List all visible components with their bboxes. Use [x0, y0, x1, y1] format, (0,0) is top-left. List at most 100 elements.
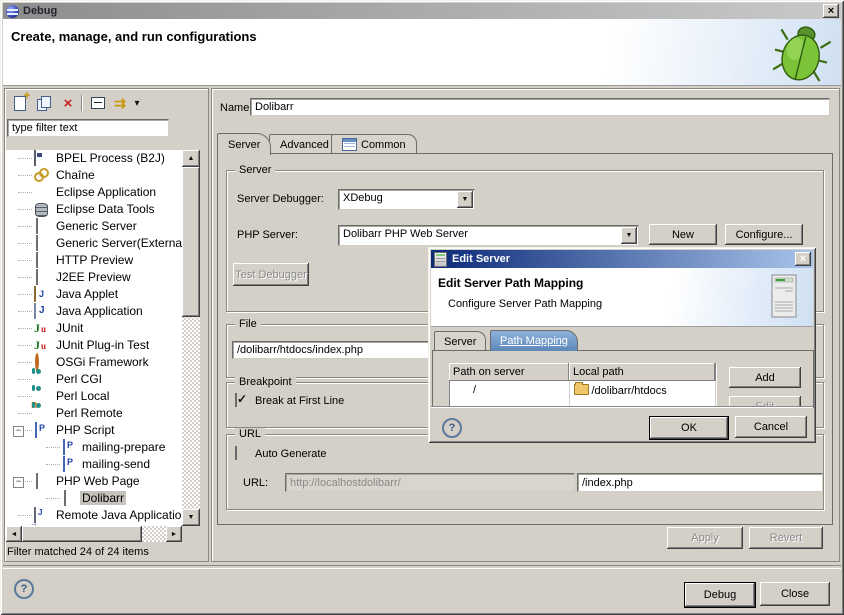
breakpoint-group-title: Breakpoint	[235, 376, 296, 388]
tree-item[interactable]: PHP Web Page	[6, 473, 182, 490]
tree-item[interactable]: RPerl Remote	[6, 405, 182, 422]
edit-server-dialog: Edit Server Edit Server Path Mapping Con…	[428, 247, 816, 443]
server-debugger-label: Server Debugger:	[237, 193, 324, 205]
collapse-toggle[interactable]	[13, 477, 24, 488]
tab-server[interactable]: Server	[217, 133, 271, 155]
footer-separator	[3, 565, 841, 569]
chevron-down-icon[interactable]	[621, 227, 637, 244]
dialog-help-icon[interactable]	[442, 418, 462, 438]
bug-icon	[773, 21, 831, 83]
eclipse-logo-icon	[6, 5, 19, 18]
auto-generate-checkbox[interactable]	[235, 446, 237, 460]
duplicate-icon	[37, 96, 51, 110]
name-label: Name:	[220, 102, 252, 114]
tree-item[interactable]: JUnit	[6, 320, 182, 337]
remote-java-icon	[34, 507, 36, 523]
new-configuration-button[interactable]	[9, 93, 31, 113]
filter-status: Filter matched 24 of 24 items	[7, 546, 149, 558]
server-icon	[36, 252, 38, 268]
server-icon	[36, 473, 38, 489]
tab-common[interactable]: Common	[331, 134, 417, 154]
tree-item[interactable]: Remote Java Application	[6, 507, 182, 524]
tree-item[interactable]: Java Application	[6, 303, 182, 320]
server-debugger-select[interactable]: XDebug	[338, 189, 475, 210]
window-title: Debug	[23, 5, 57, 17]
edit-server-icon	[434, 252, 447, 267]
dialog-title: Edit Server	[452, 253, 510, 265]
filter-button[interactable]	[109, 93, 131, 113]
database-icon	[35, 203, 48, 217]
ok-button[interactable]: OK	[649, 416, 729, 440]
php-icon	[63, 439, 65, 455]
tree-vscrollbar[interactable]: ▲ ▼	[182, 150, 200, 526]
close-button[interactable]: Close	[760, 582, 830, 606]
hscroll-thumb[interactable]	[22, 526, 142, 542]
dialog-tab-path-mapping[interactable]: Path Mapping	[490, 330, 578, 351]
collapse-all-button[interactable]	[87, 93, 109, 113]
tab-advanced[interactable]: Advanced	[269, 134, 340, 154]
tree-item[interactable]: mailing-prepare	[6, 439, 182, 456]
server-icon	[36, 218, 38, 234]
url-group-title: URL	[235, 428, 265, 440]
tree-item[interactable]: mailing-send	[6, 456, 182, 473]
java-icon	[34, 303, 36, 319]
titlebar[interactable]: Debug	[3, 3, 841, 19]
server-tower-icon	[769, 274, 799, 318]
tree-item[interactable]: Eclipse Application	[6, 184, 182, 201]
scroll-down-icon[interactable]: ▼	[182, 509, 200, 526]
collapse-toggle[interactable]	[13, 426, 24, 437]
tree-item[interactable]: PHP Script	[6, 422, 182, 439]
scroll-left-icon[interactable]: ◄	[6, 526, 22, 542]
new-server-button[interactable]: New	[649, 224, 717, 245]
tree-item[interactable]: JUnit Plug-in Test	[6, 337, 182, 354]
server-icon	[64, 490, 66, 506]
folder-icon	[574, 384, 589, 395]
dialog-tab-server[interactable]: Server	[434, 331, 486, 351]
debug-button[interactable]: Debug	[684, 582, 756, 608]
dialog-titlebar[interactable]: Edit Server	[431, 250, 813, 268]
revert-button[interactable]: Revert	[749, 527, 823, 549]
vscroll-thumb[interactable]	[182, 167, 200, 317]
scroll-right-icon[interactable]: ►	[166, 526, 182, 542]
add-button[interactable]: Add	[729, 367, 801, 388]
tree-hscrollbar[interactable]: ◄ ►	[6, 526, 182, 542]
php-server-select[interactable]: Dolibarr PHP Web Server	[338, 225, 639, 246]
tree-item[interactable]: Eclipse Data Tools	[6, 201, 182, 218]
column-path-on-server[interactable]: Path on server	[449, 363, 569, 381]
filter-input[interactable]	[7, 119, 169, 137]
menu-dropdown-icon[interactable]	[131, 93, 143, 113]
php-server-label: PHP Server:	[237, 229, 298, 241]
help-icon[interactable]	[14, 579, 34, 599]
table-icon	[342, 138, 357, 151]
break-first-line-checkbox[interactable]	[235, 393, 237, 407]
bpel-process-icon	[34, 150, 36, 166]
path-mapping-table[interactable]: Path on server Local path / /dolibarr/ht…	[449, 363, 716, 408]
tree-item[interactable]: Java Applet	[6, 286, 182, 303]
chevron-down-icon[interactable]	[457, 191, 473, 208]
test-debugger-button[interactable]: Test Debugger	[233, 263, 309, 286]
configure-button[interactable]: Configure...	[725, 224, 803, 245]
break-first-line-label: Break at First Line	[255, 395, 344, 407]
dialog-close-icon[interactable]	[795, 252, 811, 266]
cancel-button[interactable]: Cancel	[735, 416, 807, 438]
tree-item[interactable]: Generic Server(External La	[6, 235, 182, 252]
tree-item[interactable]: Generic Server	[6, 218, 182, 235]
debug-window: Debug Create, manage, and run configurat…	[0, 0, 844, 615]
duplicate-button[interactable]	[33, 93, 55, 113]
table-row[interactable]: / /dolibarr/htdocs	[449, 381, 715, 399]
tree-item[interactable]: BPEL Process (B2J)	[6, 150, 182, 167]
url-path-input[interactable]	[577, 473, 823, 492]
page-title: Create, manage, and run configurations	[11, 29, 257, 44]
delete-button[interactable]	[57, 93, 79, 113]
name-input[interactable]	[250, 98, 830, 116]
close-icon[interactable]	[823, 4, 839, 18]
tree-item[interactable]: Chaîne	[6, 167, 182, 184]
column-local-path[interactable]: Local path	[569, 363, 715, 381]
dialog-header: Edit Server Path Mapping Configure Serve…	[431, 268, 813, 327]
apply-button[interactable]: Apply	[667, 527, 743, 549]
tree-item[interactable]: J2EE Preview	[6, 269, 182, 286]
scroll-up-icon[interactable]: ▲	[182, 150, 200, 167]
dialog-header-title: Edit Server Path Mapping	[438, 276, 583, 290]
tree-item-selected[interactable]: Dolibarr	[6, 490, 182, 507]
tree-item[interactable]: HTTP Preview	[6, 252, 182, 269]
